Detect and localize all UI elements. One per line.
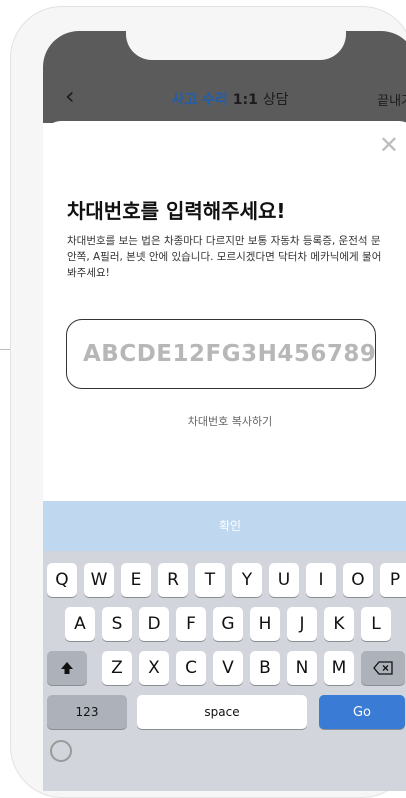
key-h[interactable]: H (250, 607, 280, 641)
key-o[interactable]: O (343, 563, 373, 597)
key-n[interactable]: N (287, 651, 317, 685)
vin-placeholder: ABCDE12FG3H456789 (83, 341, 377, 367)
key-e[interactable]: E (121, 563, 151, 597)
key-b[interactable]: B (250, 651, 280, 685)
go-key[interactable]: Go (319, 695, 405, 729)
key-u[interactable]: U (269, 563, 299, 597)
key-a[interactable]: A (65, 607, 95, 641)
key-c[interactable]: C (176, 651, 206, 685)
key-w[interactable]: W (84, 563, 114, 597)
key-k[interactable]: K (324, 607, 354, 641)
copy-vin-link[interactable]: 차대번호 복사하기 (43, 413, 406, 429)
key-l[interactable]: L (361, 607, 391, 641)
vin-input-sheet: ✕ 차대번호를 입력해주세요! 차대번호를 보는 법은 차종마다 다르지만 보통… (43, 121, 406, 501)
key-t[interactable]: T (195, 563, 225, 597)
key-q[interactable]: Q (47, 563, 77, 597)
key-v[interactable]: V (213, 651, 243, 685)
keyboard: Q W E R T Y U I O P A S D F G H J K L Z … (43, 551, 406, 791)
key-x[interactable]: X (139, 651, 169, 685)
confirm-button[interactable]: 확인 (43, 501, 406, 551)
key-z[interactable]: Z (102, 651, 132, 685)
title-accent: 사고 수리 (171, 92, 228, 108)
key-i[interactable]: I (306, 563, 336, 597)
key-d[interactable]: D (139, 607, 169, 641)
close-icon[interactable]: ✕ (379, 133, 399, 157)
sheet-description: 차대번호를 보는 법은 차종마다 다르지만 보통 자동차 등록증, 운전석 문 … (67, 235, 382, 279)
key-y[interactable]: Y (232, 563, 262, 597)
backspace-icon[interactable] (361, 651, 405, 685)
title-main: 1:1 (232, 92, 258, 108)
globe-icon[interactable] (50, 740, 72, 762)
vin-input[interactable]: ABCDE12FG3H456789 (66, 319, 376, 389)
key-r[interactable]: R (158, 563, 188, 597)
title-suffix: 상담 (262, 92, 289, 108)
numbers-key[interactable]: 123 (47, 695, 127, 729)
space-key[interactable]: space (137, 695, 307, 729)
page-title: 사고 수리 1:1 상담 (43, 89, 406, 109)
key-f[interactable]: F (176, 607, 206, 641)
shift-icon[interactable] (47, 651, 87, 685)
chat-header: ‹ 사고 수리 1:1 상담 끝내기 (43, 31, 406, 123)
key-p[interactable]: P (380, 563, 406, 597)
key-m[interactable]: M (324, 651, 354, 685)
key-j[interactable]: J (287, 607, 317, 641)
key-g[interactable]: G (213, 607, 243, 641)
sheet-heading: 차대번호를 입력해주세요! (67, 199, 286, 223)
key-s[interactable]: S (102, 607, 132, 641)
phone-notch (126, 31, 346, 60)
phone-screen: ‹ 사고 수리 1:1 상담 끝내기 ✕ 차대번호를 입력해주세요! 차대번호를… (43, 31, 406, 791)
phone-frame: ‹ 사고 수리 1:1 상담 끝내기 ✕ 차대번호를 입력해주세요! 차대번호를… (10, 6, 406, 798)
end-button[interactable]: 끝내기 (377, 90, 406, 109)
